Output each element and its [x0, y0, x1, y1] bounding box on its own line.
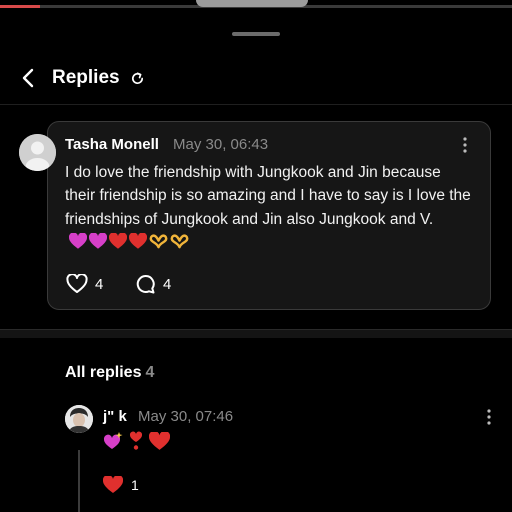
reply-emojis — [103, 431, 170, 451]
page-title: Replies — [52, 67, 120, 88]
red-heart-icon — [103, 476, 123, 493]
reply-author[interactable]: j" k — [103, 408, 127, 425]
heart-hands-icon — [149, 234, 168, 249]
reply-like-button[interactable]: 1 — [103, 476, 139, 494]
all-replies-label: All replies — [65, 364, 142, 381]
comment-count: 4 — [163, 275, 172, 293]
comment-timestamp: May 30, 06:43 — [173, 136, 269, 153]
section-separator — [0, 329, 512, 338]
reply-like-count: 1 — [131, 477, 139, 493]
all-replies-heading: All replies 4 — [65, 364, 154, 382]
comment-text: I do love the friendship with Jungkook a… — [65, 164, 471, 228]
sheet-drag-handle[interactable] — [232, 32, 280, 36]
header-divider — [0, 104, 512, 105]
background-image-edge — [196, 0, 308, 7]
comment-bubble-icon — [136, 274, 155, 294]
more-options-icon[interactable] — [484, 408, 494, 426]
back-chevron-icon[interactable] — [18, 67, 40, 89]
avatar[interactable] — [65, 405, 93, 433]
refresh-icon[interactable] — [130, 71, 145, 86]
replies-header: Replies — [0, 58, 512, 100]
like-button[interactable]: 4 — [66, 274, 103, 294]
reply-timestamp: May 30, 07:46 — [138, 408, 234, 425]
like-count: 4 — [95, 275, 104, 293]
red-heart-icon — [129, 233, 147, 249]
avatar[interactable] — [19, 134, 56, 171]
heart-outline-icon — [66, 274, 88, 293]
red-heart-icon — [149, 431, 170, 450]
progress-fill — [0, 5, 40, 8]
comment-body: I do love the friendship with Jungkook a… — [65, 161, 475, 255]
top-progress-strip — [0, 0, 512, 9]
sparkling-heart-icon — [103, 432, 123, 449]
heart-exclamation-icon — [129, 431, 143, 450]
replies-count: 4 — [145, 364, 155, 381]
comment-author[interactable]: Tasha Monell — [65, 136, 159, 153]
purple-heart-icon — [69, 233, 87, 249]
heart-hands-icon — [170, 234, 189, 249]
thread-line — [78, 450, 80, 512]
red-heart-icon — [109, 233, 127, 249]
purple-heart-icon — [89, 233, 107, 249]
more-options-icon[interactable] — [460, 136, 470, 154]
comment-button[interactable]: 4 — [135, 274, 171, 294]
comment-emojis — [69, 233, 189, 250]
